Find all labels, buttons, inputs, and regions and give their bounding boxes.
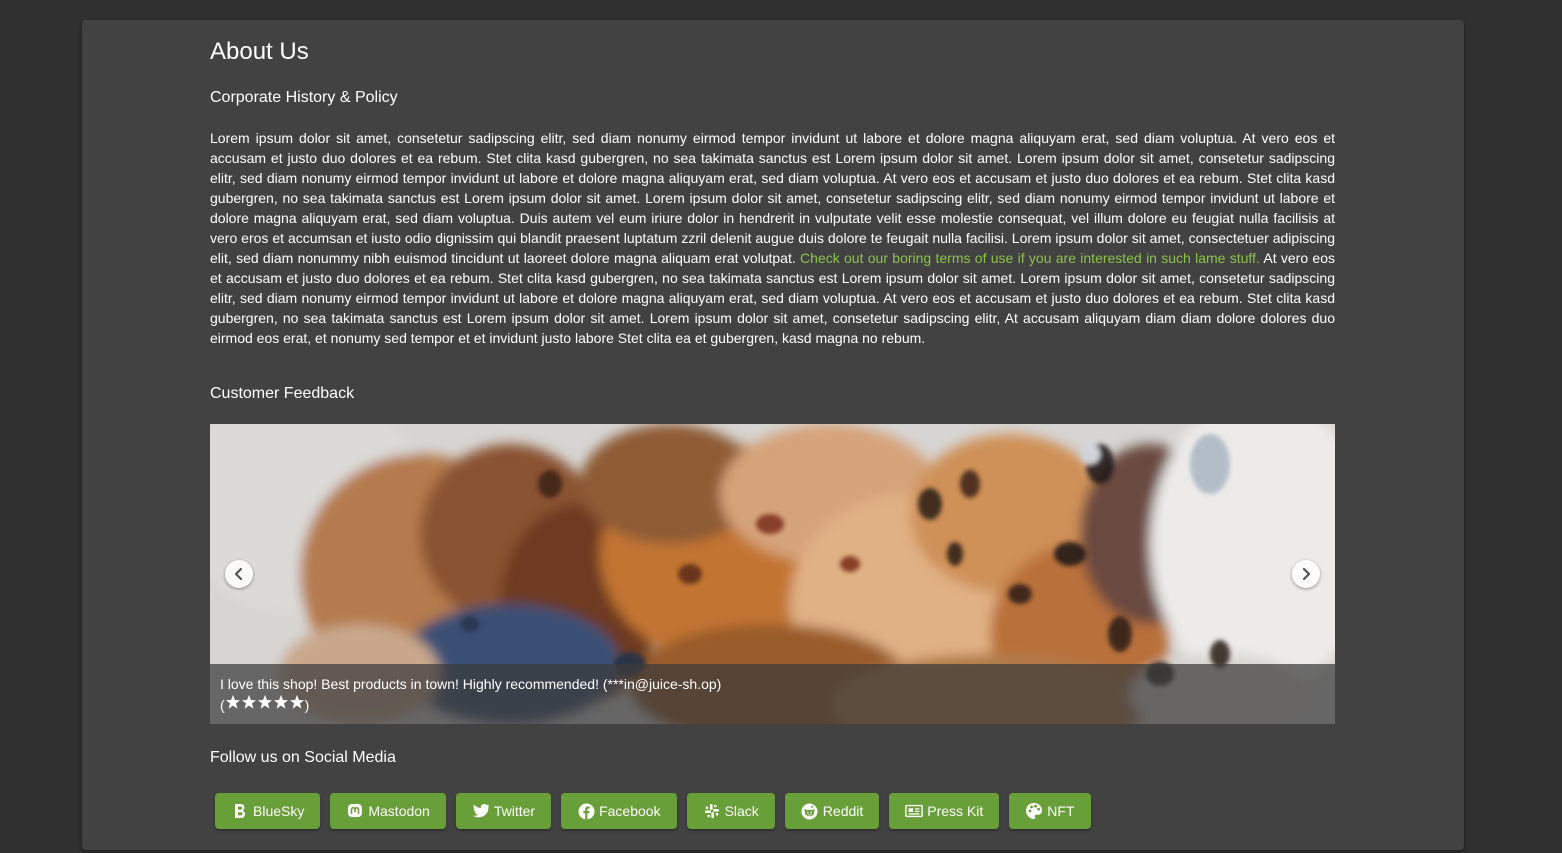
facebook-button[interactable]: Facebook bbox=[561, 793, 677, 829]
social-buttons: BlueSky Mastodon Twitter Facebook Slack … bbox=[215, 793, 1091, 829]
mastodon-button[interactable]: Mastodon bbox=[330, 793, 446, 829]
feedback-caption: I love this shop! Best products in town!… bbox=[210, 664, 1335, 724]
feedback-rating: () bbox=[220, 694, 1325, 715]
star-icon bbox=[241, 695, 256, 709]
mastodon-label: Mastodon bbox=[368, 803, 430, 819]
nft-button[interactable]: NFT bbox=[1009, 793, 1091, 829]
terms-of-use-link[interactable]: Check out our boring terms of use if you… bbox=[800, 250, 1260, 266]
star-icon bbox=[225, 695, 240, 709]
slack-button[interactable]: Slack bbox=[686, 793, 775, 829]
slack-icon bbox=[703, 802, 721, 820]
bluesky-label: BlueSky bbox=[253, 803, 305, 819]
twitter-icon bbox=[472, 802, 490, 820]
press-kit-button[interactable]: Press Kit bbox=[889, 793, 1000, 829]
facebook-icon bbox=[577, 802, 595, 820]
rating-close-paren: ) bbox=[304, 697, 310, 713]
social-media-heading: Follow us on Social Media bbox=[210, 749, 396, 766]
corporate-history-heading: Corporate History & Policy bbox=[210, 89, 398, 106]
twitter-button[interactable]: Twitter bbox=[455, 793, 552, 829]
feedback-carousel[interactable]: I love this shop! Best products in town!… bbox=[210, 424, 1335, 724]
twitter-label: Twitter bbox=[493, 803, 536, 819]
policy-text-part-1: Lorem ipsum dolor sit amet, consetetur s… bbox=[210, 130, 1335, 266]
about-card: About Us Corporate History & Policy Lore… bbox=[82, 20, 1464, 850]
slack-label: Slack bbox=[724, 803, 759, 819]
policy-text: Lorem ipsum dolor sit amet, consetetur s… bbox=[210, 128, 1335, 348]
newspaper-icon bbox=[905, 802, 924, 820]
bluesky-button[interactable]: BlueSky bbox=[215, 793, 321, 829]
feedback-text: I love this shop! Best products in town!… bbox=[220, 676, 722, 692]
nft-label: NFT bbox=[1047, 803, 1075, 819]
star-icon bbox=[273, 695, 288, 709]
palette-icon bbox=[1025, 802, 1043, 820]
chevron-right-icon bbox=[1302, 567, 1311, 581]
reddit-label: Reddit bbox=[822, 803, 864, 819]
reddit-button[interactable]: Reddit bbox=[784, 793, 880, 829]
facebook-label: Facebook bbox=[599, 803, 661, 819]
page-title: About Us bbox=[210, 38, 309, 65]
carousel-prev-button[interactable] bbox=[225, 560, 253, 588]
star-icon bbox=[257, 695, 272, 709]
star-icon bbox=[289, 695, 304, 709]
customer-feedback-heading: Customer Feedback bbox=[210, 385, 355, 402]
carousel-next-button[interactable] bbox=[1292, 560, 1320, 588]
rating-stars bbox=[225, 694, 305, 710]
mastodon-icon bbox=[346, 802, 364, 820]
press-kit-label: Press Kit bbox=[927, 803, 984, 819]
bluesky-icon bbox=[231, 802, 249, 820]
reddit-icon bbox=[801, 802, 819, 820]
chevron-left-icon bbox=[234, 567, 243, 581]
